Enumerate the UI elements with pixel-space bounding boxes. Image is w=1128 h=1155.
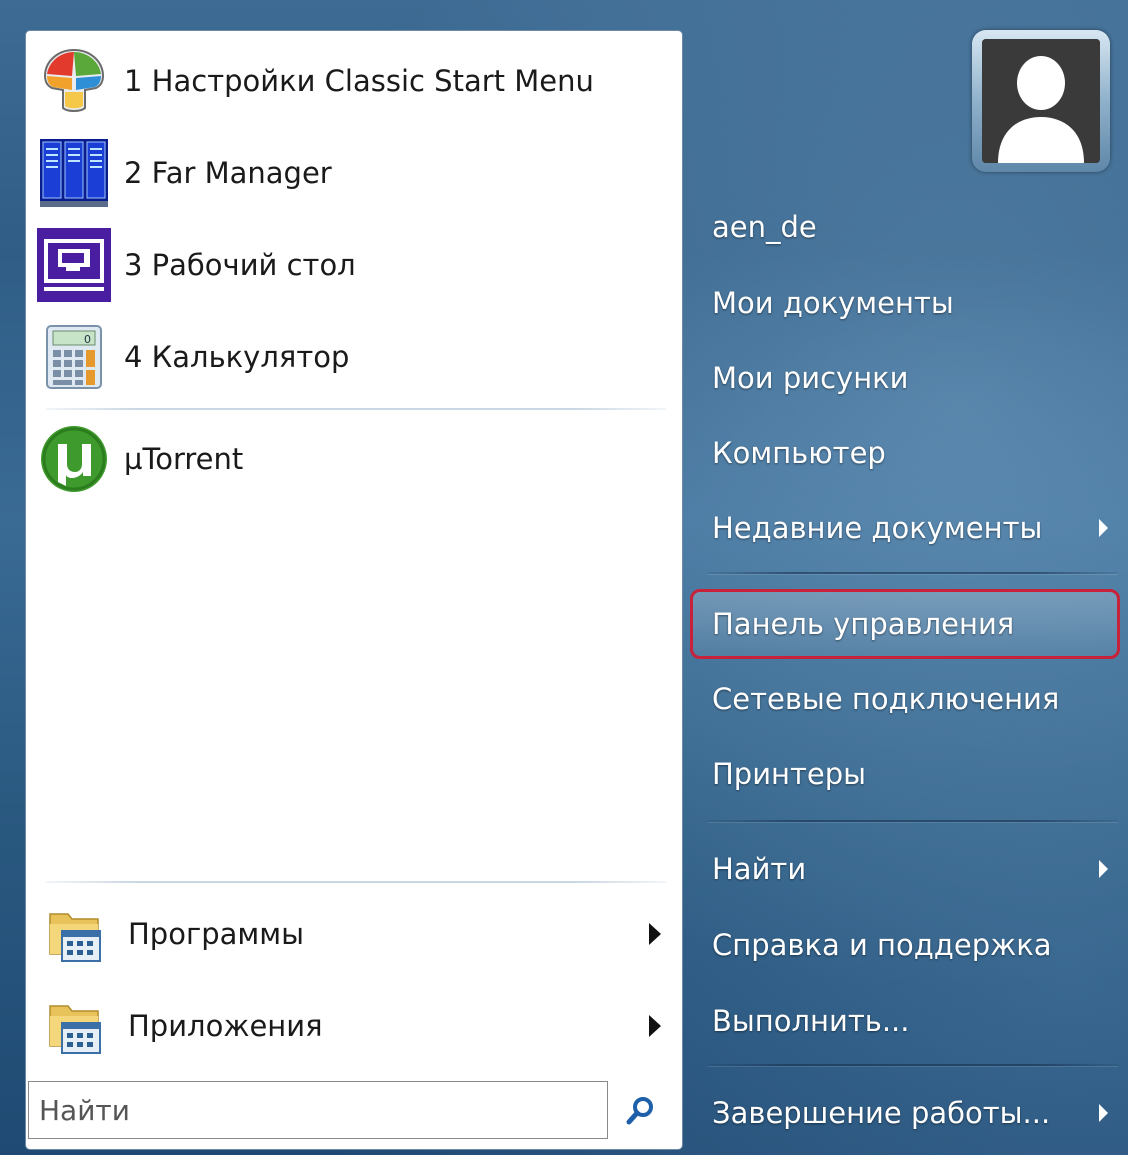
search-button[interactable] bbox=[618, 1089, 662, 1133]
help-support-label: Справка и поддержка bbox=[712, 928, 1052, 962]
my-pictures-label: Мои рисунки bbox=[712, 361, 909, 395]
control-panel-item[interactable]: Панель управления bbox=[690, 589, 1120, 659]
utorrent-icon bbox=[36, 421, 112, 497]
programs-folder-icon bbox=[46, 904, 106, 964]
separator bbox=[708, 820, 1118, 822]
network-connections-label: Сетевые подключения bbox=[712, 682, 1060, 716]
help-support-item[interactable]: Справка и поддержка bbox=[690, 914, 1120, 976]
run-item[interactable]: Выполнить... bbox=[690, 990, 1120, 1052]
user-name-label: aen_de bbox=[712, 210, 817, 244]
apps-folder-icon bbox=[46, 996, 106, 1056]
separator bbox=[708, 1064, 1118, 1066]
computer-label: Компьютер bbox=[712, 436, 886, 470]
search-menu-item[interactable]: Найти bbox=[690, 838, 1120, 900]
calculator-icon: 0 bbox=[36, 319, 112, 395]
network-connections-item[interactable]: Сетевые подключения bbox=[690, 668, 1120, 730]
submenu-arrow-icon bbox=[649, 923, 661, 945]
pinned-program-label: µTorrent bbox=[124, 442, 244, 476]
programs-panel: 1 Настройки Classic Start Menu 2 Far Man… bbox=[25, 30, 683, 1150]
svg-text:0: 0 bbox=[84, 333, 91, 346]
shutdown-item[interactable]: Завершение работы... bbox=[690, 1082, 1120, 1144]
search-icon bbox=[624, 1095, 656, 1127]
run-label: Выполнить... bbox=[712, 1004, 910, 1038]
shutdown-label: Завершение работы... bbox=[712, 1096, 1051, 1130]
recent-program-label: 2 Far Manager bbox=[124, 156, 332, 190]
recent-program-item[interactable]: 0 4 Калькулятор bbox=[36, 317, 666, 397]
my-documents-label: Мои документы bbox=[712, 286, 954, 320]
search-input[interactable] bbox=[29, 1082, 607, 1138]
pinned-program-item[interactable]: µTorrent bbox=[36, 419, 666, 499]
recent-program-label: 1 Настройки Classic Start Menu bbox=[124, 64, 594, 98]
printers-label: Принтеры bbox=[712, 757, 867, 791]
recent-program-label: 4 Калькулятор bbox=[124, 340, 350, 374]
start-menu: 1 Настройки Classic Start Menu 2 Far Man… bbox=[0, 0, 1128, 1155]
programs-menu-label: Программы bbox=[128, 917, 305, 951]
search-menu-label: Найти bbox=[712, 852, 807, 886]
recent-program-item[interactable]: 3 Рабочий стол bbox=[36, 225, 666, 305]
my-pictures-item[interactable]: Мои рисунки bbox=[690, 347, 1120, 409]
recent-documents-item[interactable]: Недавние документы bbox=[690, 497, 1120, 559]
user-name-item[interactable]: aen_de bbox=[690, 196, 1120, 258]
submenu-arrow-icon bbox=[1099, 1104, 1108, 1122]
search-box bbox=[28, 1081, 608, 1139]
separator bbox=[46, 881, 666, 883]
desktop-icon bbox=[36, 227, 112, 303]
recent-program-item[interactable]: 2 Far Manager bbox=[36, 133, 666, 213]
control-panel-label: Панель управления bbox=[712, 607, 1015, 641]
printers-item[interactable]: Принтеры bbox=[690, 743, 1120, 805]
submenu-arrow-icon bbox=[649, 1015, 661, 1037]
apps-menu-label: Приложения bbox=[128, 1009, 323, 1043]
separator bbox=[708, 572, 1118, 574]
computer-item[interactable]: Компьютер bbox=[690, 422, 1120, 484]
separator bbox=[46, 408, 666, 410]
recent-program-item[interactable]: 1 Настройки Classic Start Menu bbox=[36, 41, 666, 121]
user-avatar-icon bbox=[982, 39, 1100, 163]
recent-documents-label: Недавние документы bbox=[712, 511, 1043, 545]
classic-shell-icon bbox=[36, 43, 112, 119]
far-manager-icon bbox=[36, 135, 112, 211]
my-documents-item[interactable]: Мои документы bbox=[690, 272, 1120, 334]
apps-menu-item[interactable]: Приложения bbox=[46, 989, 671, 1063]
submenu-arrow-icon bbox=[1099, 519, 1108, 537]
programs-menu-item[interactable]: Программы bbox=[46, 897, 671, 971]
recent-program-label: 3 Рабочий стол bbox=[124, 248, 356, 282]
user-avatar[interactable] bbox=[972, 30, 1110, 172]
submenu-arrow-icon bbox=[1099, 860, 1108, 878]
